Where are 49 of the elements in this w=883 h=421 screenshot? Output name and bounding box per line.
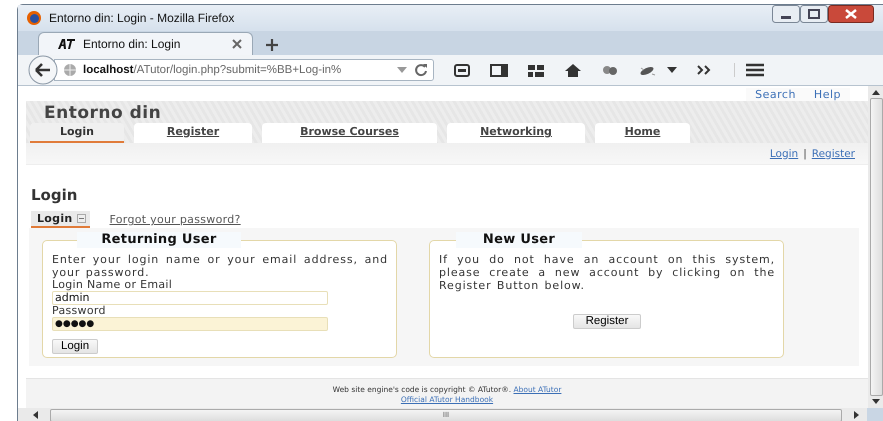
right-arrow-icon[interactable]	[854, 411, 859, 419]
sub-tab[interactable]: Login	[31, 211, 90, 228]
user-link[interactable]: Login	[770, 148, 798, 160]
panel-legend: Returning User	[77, 232, 241, 248]
nav-tab[interactable]: Networking	[447, 123, 585, 144]
reload-icon[interactable]	[414, 63, 428, 77]
header-link[interactable]: Help	[804, 88, 850, 102]
nav-tab[interactable]: Login	[30, 123, 124, 144]
menu-icon[interactable]	[734, 63, 765, 77]
nav-tab[interactable]: Browse Courses	[262, 123, 437, 144]
page-heading: Login	[31, 186, 78, 204]
field-label: Login Name or Email	[52, 278, 174, 291]
minimize-icon[interactable]	[772, 5, 800, 23]
panel-legend: New User	[456, 232, 582, 248]
collapse-icon[interactable]	[76, 214, 86, 224]
vertical-scrollbar[interactable]	[868, 86, 883, 408]
grid-icon[interactable]	[527, 62, 545, 78]
site-title: Entorno din	[43, 103, 162, 124]
firefox-logo-icon	[26, 10, 42, 26]
globe-icon	[63, 63, 77, 77]
address-bar[interactable]: localhost/ATutor/login.php?submit=%BB+Log-in%	[54, 59, 434, 81]
register-button[interactable]: Register	[572, 314, 642, 329]
window-title: Entorno din: Login - Mozilla Firefox	[49, 11, 236, 25]
left-arrow-icon[interactable]	[33, 411, 38, 419]
browser-tab[interactable]: Entorno din: Login	[38, 32, 253, 55]
home-icon[interactable]	[564, 62, 582, 78]
field-label: Password	[52, 304, 107, 317]
nav-tab[interactable]: Register	[134, 123, 252, 144]
chevron-icon[interactable]	[696, 64, 712, 76]
site-logo-icon	[57, 39, 75, 49]
nav-tab[interactable]: Home	[595, 123, 690, 144]
login-input[interactable]: admin	[52, 290, 328, 305]
password-input[interactable]: ●●●●●	[52, 316, 328, 331]
maximize-icon[interactable]	[800, 5, 828, 23]
plus-icon[interactable]	[265, 38, 279, 52]
sidebar-icon[interactable]	[490, 62, 508, 78]
user-link[interactable]: Register	[812, 148, 855, 160]
close-icon[interactable]	[828, 5, 874, 23]
panel-description: If you do not have an account on this system, please create a new account by clicking on the Register Button below.	[439, 252, 775, 292]
panel-description: Enter your login name or your email address, and your password.	[52, 252, 388, 279]
header-link[interactable]: Search	[746, 88, 805, 102]
link-separator: |	[803, 148, 807, 160]
sub-tab-link[interactable]: Forgot your password?	[110, 213, 241, 226]
dropdown-icon[interactable]	[667, 67, 677, 73]
close-icon[interactable]	[232, 39, 242, 49]
up-arrow-icon[interactable]	[872, 90, 880, 95]
scrollbar-thumb[interactable]	[870, 98, 882, 396]
login-button[interactable]: Login	[52, 338, 98, 354]
down-arrow-icon[interactable]	[872, 399, 880, 404]
